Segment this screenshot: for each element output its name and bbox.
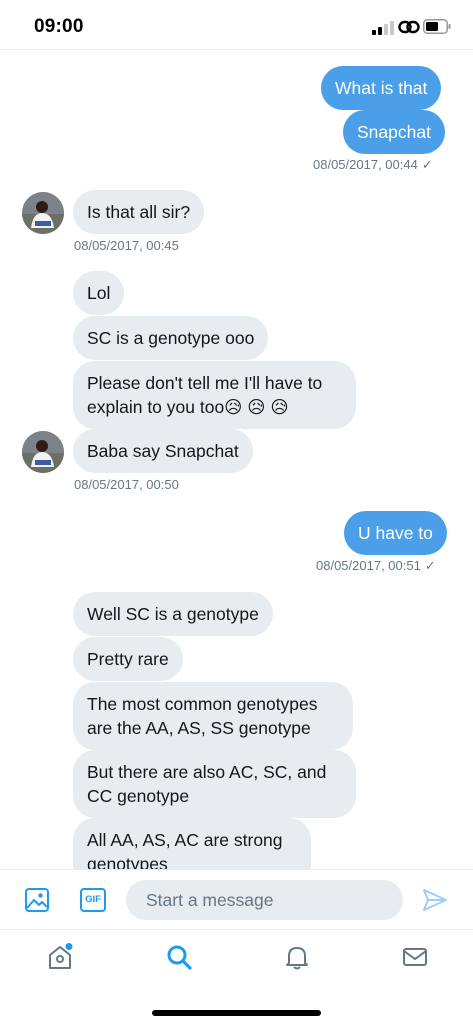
message-composer: GIF [0,869,473,929]
message-incoming[interactable]: But there are also AC, SC, and CC genoty… [73,750,356,818]
home-indicator [152,1010,321,1016]
avatar[interactable] [22,192,64,234]
read-check-icon: ✓ [421,157,433,172]
gif-icon[interactable]: GIF [80,888,106,912]
search-icon[interactable] [165,943,193,971]
message-timestamp: 08/05/2017, 00:50 [74,477,179,492]
send-icon[interactable] [422,887,448,913]
messages-icon[interactable] [401,943,429,971]
message-incoming[interactable]: Baba say Snapchat [73,429,253,473]
message-timestamp: 08/05/2017, 00:44 ✓ [313,157,433,172]
message-incoming[interactable]: Lol [73,271,125,315]
read-check-icon: ✓ [424,558,436,573]
link-icon [398,20,420,34]
signal-icon [372,21,394,35]
status-bar: 09:00 [0,0,473,50]
message-outgoing[interactable]: What is that [321,66,442,110]
message-incoming[interactable]: Pretty rare [73,637,183,681]
conversation-thread[interactable]: What is that Snapchat 08/05/2017, 00:44 ✓… [0,51,473,869]
message-incoming[interactable]: SC is a genotype ooo [73,316,269,360]
avatar[interactable] [22,431,64,473]
message-incoming[interactable]: All AA, AS, AC are strong genotypes [73,818,311,869]
message-incoming[interactable]: The most common genotypes are the AA, AS… [73,682,353,750]
status-time: 09:00 [34,16,84,37]
message-timestamp: 08/05/2017, 00:45 [74,238,179,253]
notifications-icon[interactable] [283,943,311,971]
home-icon[interactable] [46,943,74,971]
message-input[interactable] [126,880,403,920]
message-incoming[interactable]: Well SC is a genotype [73,592,273,636]
battery-icon [423,19,451,34]
message-timestamp: 08/05/2017, 00:51 ✓ [316,558,436,573]
tab-bar [0,929,473,1024]
message-outgoing[interactable]: U have to [344,511,447,555]
message-incoming[interactable]: Is that all sir? [73,190,205,234]
message-outgoing[interactable]: Snapchat [343,110,445,154]
image-icon[interactable] [24,887,50,913]
message-incoming[interactable]: Please don't tell me I'll have to explai… [73,361,356,429]
